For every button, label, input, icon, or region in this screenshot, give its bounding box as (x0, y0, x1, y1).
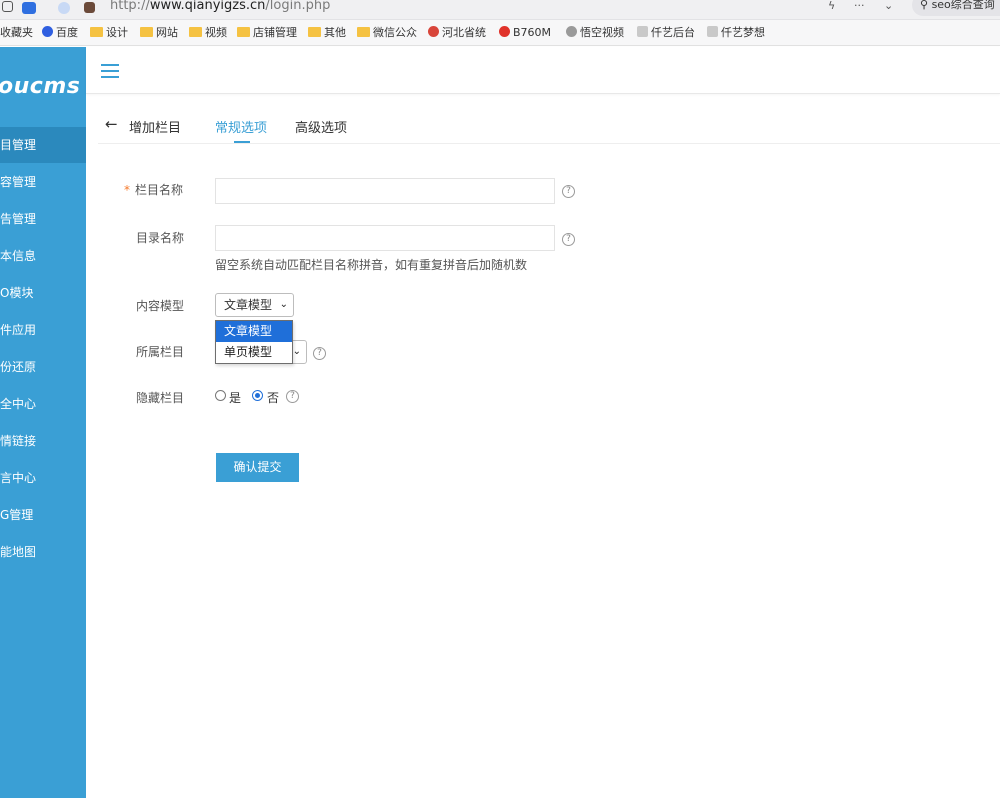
required-mark: * (124, 183, 130, 197)
sidebar-item-basic-info[interactable]: 本信息 (0, 238, 86, 274)
folder-icon (189, 27, 202, 37)
page-title: 增加栏目 (129, 121, 182, 136)
option-single-page-model[interactable]: 单页模型 (216, 342, 292, 363)
sidebar-item-tag-manage[interactable]: G管理 (0, 497, 86, 533)
folder-icon (357, 27, 370, 37)
sidebar-item-friend-links[interactable]: 情链接 (0, 423, 86, 459)
help-icon[interactable]: ? (313, 347, 326, 360)
chevron-down-icon[interactable]: ⌄ (884, 0, 893, 12)
help-icon[interactable]: ? (562, 185, 575, 198)
bookmark-favorites[interactable]: 收藏夹 (0, 26, 33, 40)
back-arrow-icon[interactable]: ← (105, 116, 118, 132)
hidden-yes-label[interactable]: 是 (229, 389, 241, 406)
folder-icon (308, 27, 321, 37)
extension-icon[interactable] (84, 2, 95, 13)
site-icon (707, 26, 718, 37)
shield-red-icon (499, 26, 510, 37)
hidden-no-radio[interactable] (252, 390, 263, 401)
bookmark-qianyi-dream[interactable]: 仟艺梦想 (707, 26, 765, 40)
baidu-icon (42, 26, 53, 37)
column-name-label: * 栏目名称 (124, 183, 184, 197)
globe-icon (566, 26, 577, 37)
bookmark-qianyi-admin[interactable]: 仟艺后台 (637, 26, 695, 40)
chevron-down-icon: ⌄ (292, 346, 301, 357)
bookmark-website[interactable]: 网站 (140, 26, 178, 40)
active-tab-indicator (234, 141, 250, 143)
hidden-column-label: 隐藏栏目 (136, 391, 185, 405)
site-icon (637, 26, 648, 37)
browser-address-bar: http://www.qianyigzs.cn/login.php ϟ ··· … (0, 0, 1000, 20)
bookmark-other[interactable]: 其他 (308, 26, 346, 40)
browser-search-box[interactable]: ⚲ seo综合查询 (912, 0, 1000, 16)
content-model-select[interactable]: 文章模型 ⌄ (215, 293, 294, 317)
content-model-label: 内容模型 (136, 299, 185, 313)
column-name-input[interactable] (215, 178, 555, 204)
sidebar-item-seo-module[interactable]: O模块 (0, 275, 86, 311)
dir-name-hint: 留空系统自动匹配栏目名称拼音，如有重复拼音后加随机数 (215, 258, 528, 272)
menu-toggle-icon[interactable] (101, 64, 119, 78)
top-header (86, 47, 1000, 94)
bookmark-wechat[interactable]: 微信公众 (357, 26, 417, 40)
sidebar-item-column-manage[interactable]: 目管理 (0, 127, 86, 163)
option-article-model[interactable]: 文章模型 (216, 321, 292, 342)
hidden-no-label[interactable]: 否 (267, 389, 279, 406)
tab-advanced-options[interactable]: 高级选项 (295, 117, 347, 136)
bookmark-hebei[interactable]: 河北省统 (428, 26, 486, 40)
search-icon: ⚲ (920, 0, 932, 11)
sidebar-item-content-manage[interactable]: 容管理 (0, 164, 86, 200)
logo: oucms (0, 74, 81, 99)
sidebar-item-message-center[interactable]: 言中心 (0, 460, 86, 496)
bookmark-design[interactable]: 设计 (90, 26, 128, 40)
page-header: ← 增加栏目 常规选项 高级选项 (98, 108, 1000, 144)
gov-icon (428, 26, 439, 37)
help-icon[interactable]: ? (562, 233, 575, 246)
more-icon[interactable]: ··· (854, 0, 865, 12)
sidebar-item-security-center[interactable]: 全中心 (0, 386, 86, 422)
sidebar-item-plugin-apps[interactable]: 件应用 (0, 312, 86, 348)
sidebar-item-sitemap[interactable]: 能地图 (0, 534, 86, 570)
bookmark-baidu[interactable]: 百度 (42, 26, 78, 40)
hidden-yes-radio[interactable] (215, 390, 226, 401)
sidebar-item-backup-restore[interactable]: 份还原 (0, 349, 86, 385)
dir-name-label: 目录名称 (136, 231, 185, 245)
folder-icon (90, 27, 103, 37)
shield-icon (58, 2, 70, 14)
sidebar-toggle-icon[interactable] (2, 1, 13, 12)
sidebar: oucms 目管理 容管理 告管理 本信息 O模块 件应用 份还原 全中心 情链… (0, 47, 86, 798)
bookmarks-bar: 收藏夹 百度 设计 网站 视频 店铺管理 其他 微信公众 河北省统 B760M … (0, 20, 1000, 46)
folder-icon (140, 27, 153, 37)
bookmark-wukong[interactable]: 悟空视频 (566, 26, 624, 40)
parent-column-label: 所属栏目 (136, 345, 185, 359)
chevron-down-icon: ⌄ (279, 299, 288, 310)
tab-general-options[interactable]: 常规选项 (215, 117, 267, 136)
lightning-icon[interactable]: ϟ (828, 0, 835, 12)
help-icon[interactable]: ? (286, 390, 299, 403)
sidebar-item-ad-manage[interactable]: 告管理 (0, 201, 86, 237)
bookmark-b760m[interactable]: B760M (499, 26, 551, 40)
bookmark-shop-manage[interactable]: 店铺管理 (237, 26, 297, 40)
url-field[interactable]: http://www.qianyigzs.cn/login.php (110, 0, 330, 12)
content-model-dropdown: 文章模型 单页模型 (215, 320, 293, 364)
ai-icon[interactable] (22, 2, 36, 14)
folder-icon (237, 27, 250, 37)
bookmark-video[interactable]: 视频 (189, 26, 227, 40)
dir-name-input[interactable] (215, 225, 555, 251)
submit-button[interactable]: 确认提交 (216, 453, 299, 482)
